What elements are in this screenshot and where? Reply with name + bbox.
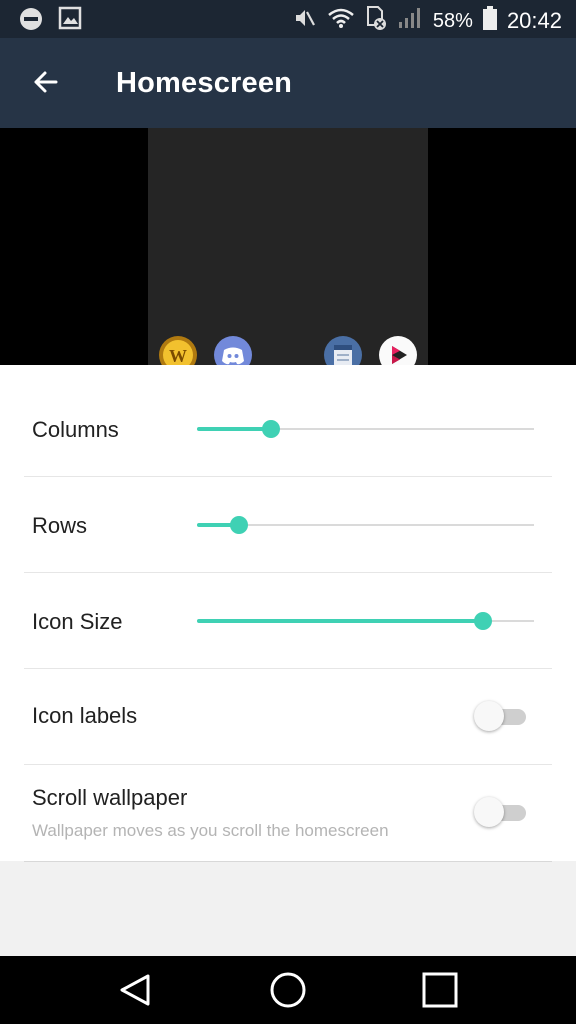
wow-app-icon: W <box>158 335 198 365</box>
toggle-knob <box>474 701 504 731</box>
back-triangle-icon[interactable] <box>116 970 156 1010</box>
wifi-icon <box>327 7 355 35</box>
do-not-disturb-icon <box>18 6 44 37</box>
slider-thumb[interactable] <box>474 612 493 630</box>
icon-labels-setting[interactable]: Icon labels <box>24 669 552 765</box>
notes-app-icon <box>323 335 363 365</box>
slider-fill <box>197 427 272 431</box>
icon-size-setting: Icon Size <box>24 573 552 669</box>
status-bar: 58% 20:42 <box>0 0 576 38</box>
clock: 20:42 <box>506 8 562 33</box>
columns-setting: Columns <box>24 381 552 477</box>
homescreen-preview: W <box>0 128 576 365</box>
navigation-bar <box>0 956 576 1024</box>
scroll-wallpaper-toggle[interactable] <box>474 796 528 828</box>
rows-setting: Rows <box>24 477 552 573</box>
discord-app-icon <box>213 335 253 365</box>
setting-label: Scroll wallpaper <box>32 785 188 810</box>
rows-slider[interactable] <box>197 515 534 535</box>
signal-icon <box>397 6 423 36</box>
image-notification-icon <box>58 6 82 37</box>
home-circle-icon[interactable] <box>268 970 308 1010</box>
preview-screen: W <box>148 128 428 365</box>
no-sim-icon <box>365 5 387 37</box>
icon-size-slider[interactable] <box>197 611 534 631</box>
recents-square-icon[interactable] <box>420 970 460 1010</box>
toggle-knob <box>474 797 504 827</box>
media-app-icon <box>378 335 418 365</box>
setting-label: Rows <box>32 513 88 538</box>
page-title: Homescreen <box>116 67 293 99</box>
app-bar: Homescreen <box>0 38 576 128</box>
setting-subtitle: Wallpaper moves as you scroll the homesc… <box>32 821 389 840</box>
svg-text:W: W <box>169 346 187 365</box>
columns-slider[interactable] <box>197 419 534 439</box>
battery-percent: 58% <box>432 9 473 32</box>
arrow-left-icon[interactable] <box>24 60 68 104</box>
setting-label: Icon labels <box>32 703 138 728</box>
battery-icon <box>482 6 497 36</box>
setting-label: Columns <box>32 417 119 442</box>
divider <box>24 861 552 862</box>
setting-label: Icon Size <box>32 609 123 634</box>
slider-thumb[interactable] <box>262 420 281 438</box>
slider-thumb[interactable] <box>230 516 249 534</box>
icon-labels-toggle[interactable] <box>474 700 528 732</box>
settings-list: Columns Rows Icon Size Icon labels Scrol… <box>0 365 576 861</box>
mute-icon <box>293 6 317 36</box>
scroll-wallpaper-setting[interactable]: Scroll wallpaper Wallpaper moves as you … <box>24 765 552 861</box>
slider-fill <box>197 619 484 623</box>
